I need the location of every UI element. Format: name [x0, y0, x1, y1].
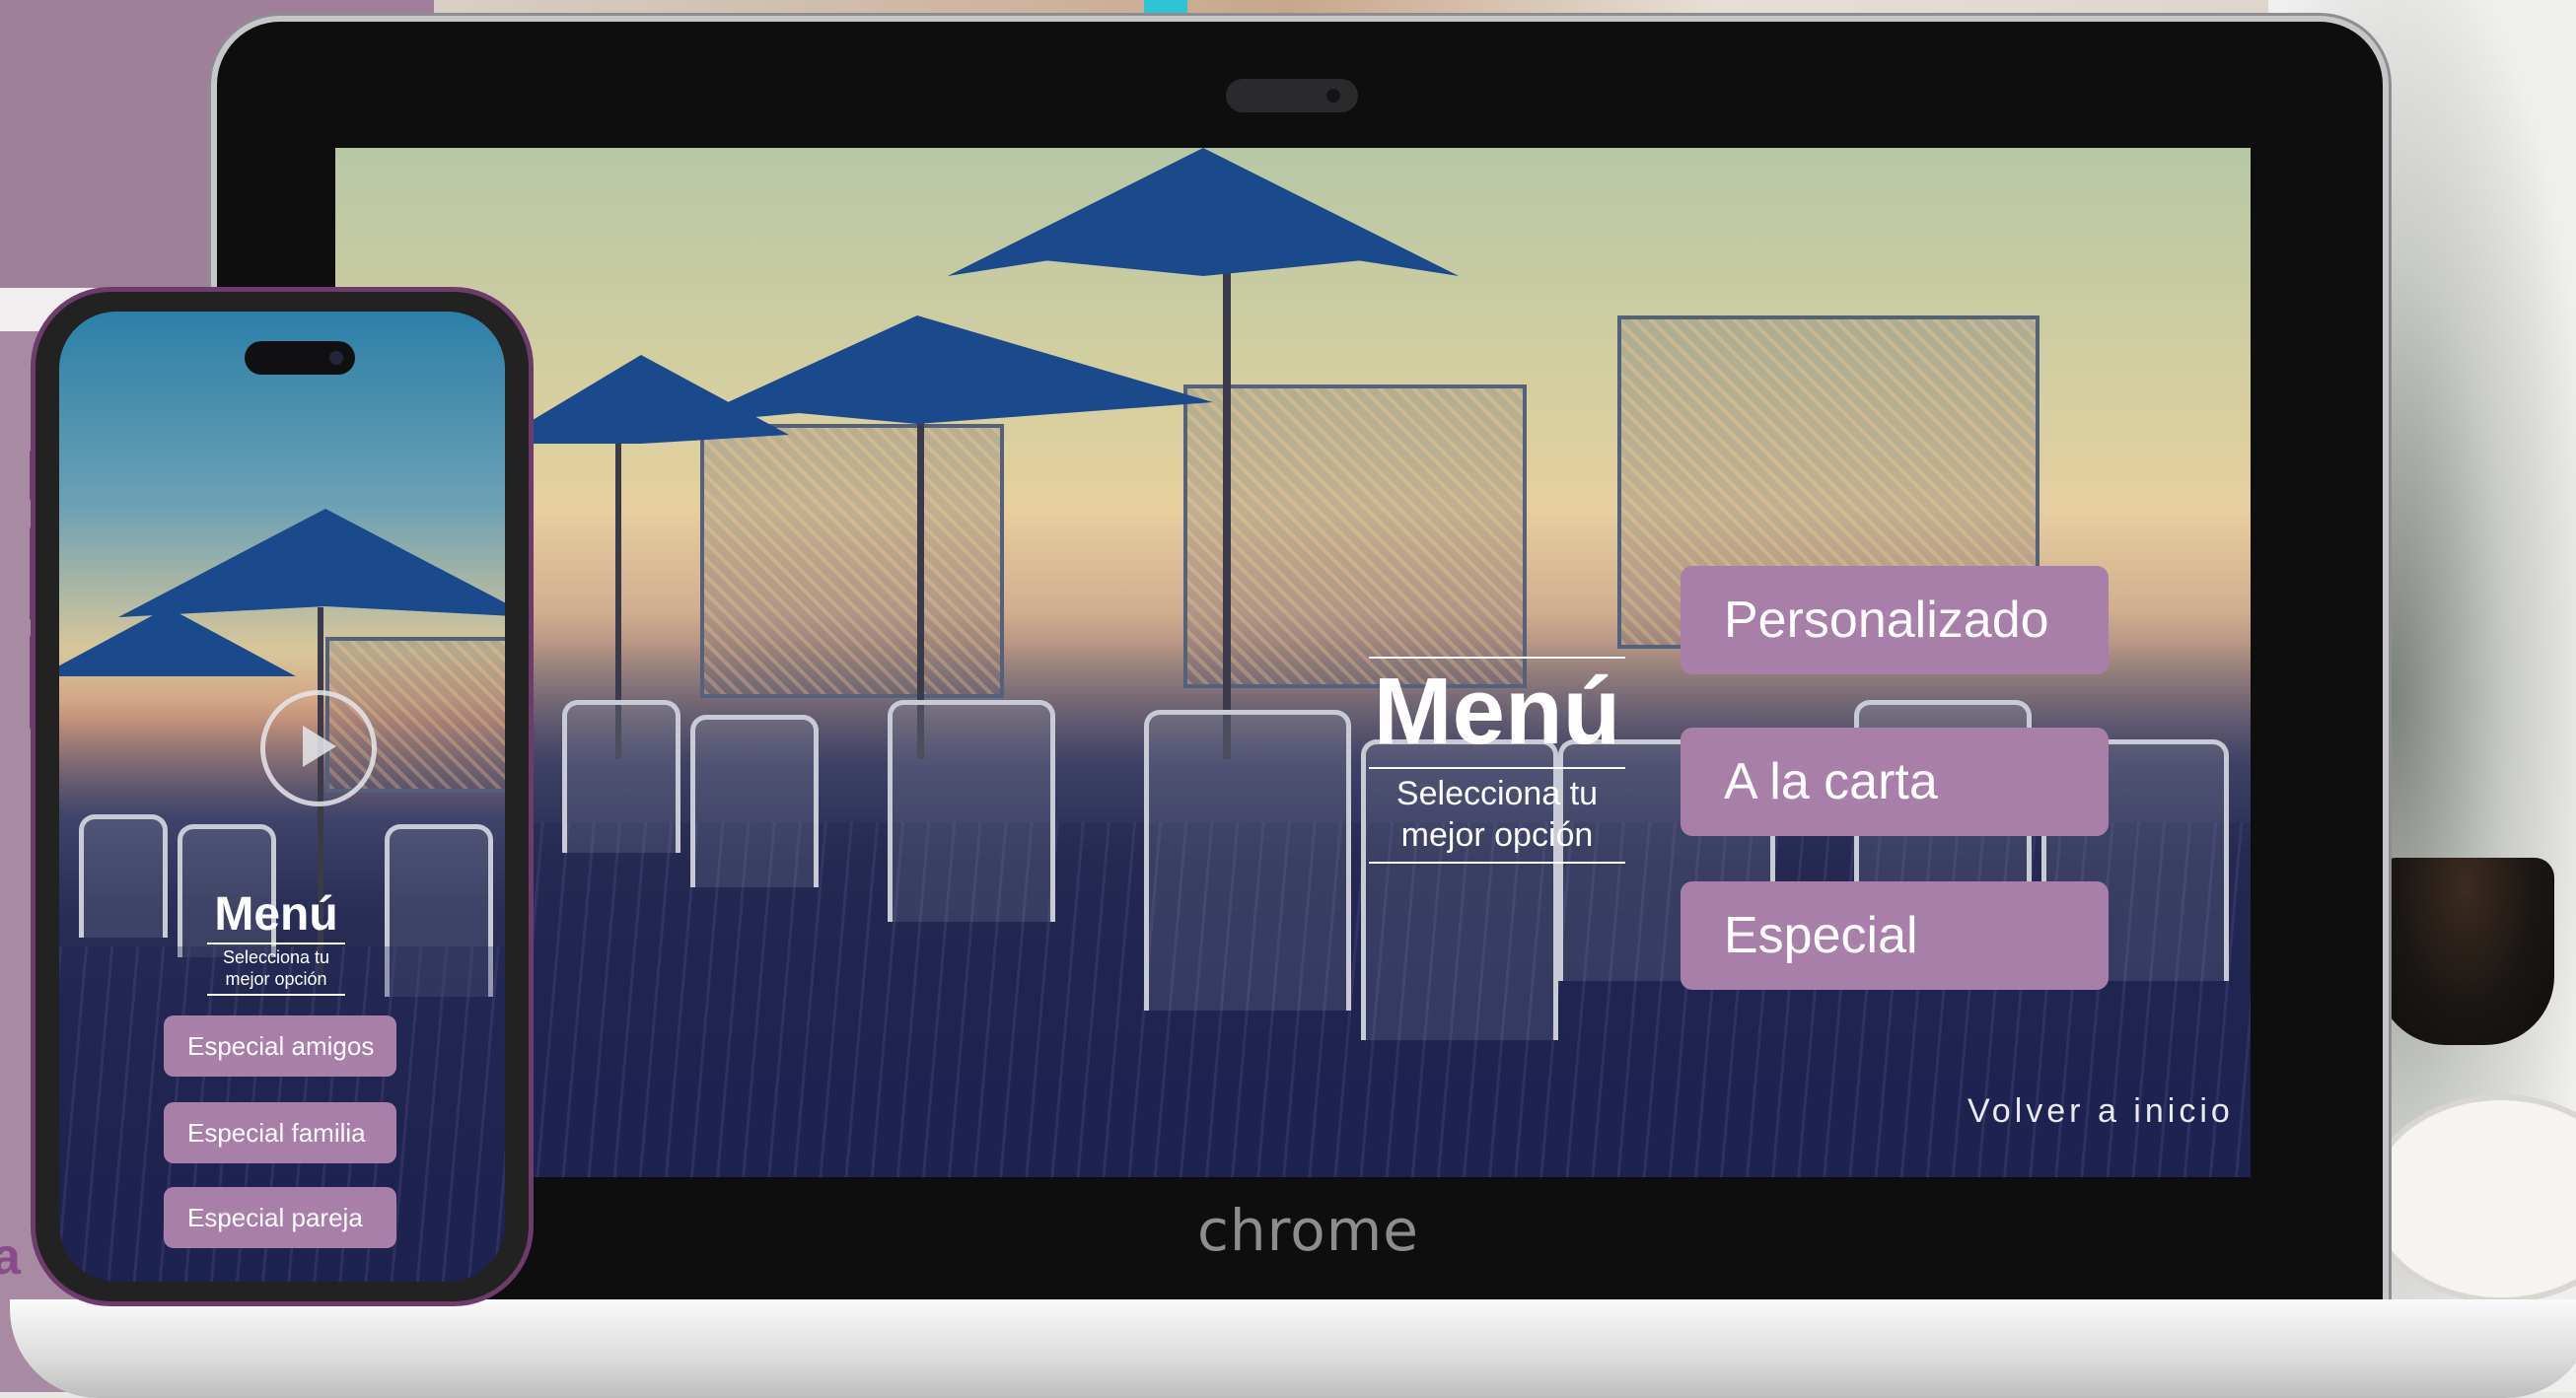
chair-decoration	[1144, 710, 1351, 1011]
phone-frame: Menú Selecciona tu mejor opción Especial…	[36, 292, 529, 1301]
laptop-screen: Menú Selecciona tu mejor opción Personal…	[335, 148, 2251, 1177]
menu-heading-block: Menú Selecciona tu mejor opción	[1369, 657, 1625, 864]
menu-subtitle-line2: mejor opción	[1400, 816, 1594, 854]
phone-menu-subtitle-line1: Selecciona tu	[222, 947, 330, 967]
chair-decoration	[888, 700, 1055, 922]
chair-decoration	[79, 814, 168, 938]
coffee-cup-image	[2377, 858, 2554, 1045]
option-especial-pareja-button[interactable]: Especial pareja	[164, 1187, 396, 1248]
accent-bar	[1144, 0, 1187, 20]
menu-title: Menú	[1373, 659, 1621, 764]
phone-notch	[245, 341, 355, 375]
phone-menu-heading-block: Menú Selecciona tu mejor opción	[207, 891, 345, 996]
umbrella-pole	[1223, 227, 1231, 759]
divider	[1369, 862, 1625, 864]
chrome-brand-label: chrome	[1197, 1197, 1419, 1264]
back-to-home-link[interactable]: Volver a inicio	[1968, 1092, 2234, 1131]
option-personalizado-button[interactable]: Personalizado	[1681, 566, 2109, 674]
phone-menu-title: Menú	[214, 888, 338, 941]
phone-menu-subtitle: Selecciona tu mejor opción	[207, 944, 345, 994]
play-button[interactable]	[260, 690, 377, 806]
webcam-icon	[1226, 79, 1358, 112]
play-icon	[299, 724, 338, 774]
umbrella-shape	[118, 509, 505, 617]
option-a-la-carta-button[interactable]: A la carta	[1681, 728, 2109, 836]
umbrella-shape	[680, 315, 1213, 424]
phone-menu-subtitle-line2: mejor opción	[225, 969, 327, 989]
umbrella-shape	[947, 148, 1460, 276]
chair-decoration	[690, 715, 819, 887]
trellis-decoration	[1183, 384, 1527, 688]
trellis-decoration	[700, 424, 1004, 698]
phone-screen: Menú Selecciona tu mejor opción Especial…	[59, 312, 505, 1282]
umbrella-shape	[59, 607, 296, 676]
menu-subtitle-line1: Selecciona tu	[1395, 775, 1599, 812]
menu-subtitle: Selecciona tu mejor opción	[1369, 769, 1625, 862]
divider	[207, 994, 345, 996]
chair-decoration	[562, 700, 680, 853]
option-especial-button[interactable]: Especial	[1681, 881, 2109, 990]
laptop-base	[10, 1299, 2576, 1398]
cropped-letter: a	[0, 1228, 21, 1286]
option-especial-familia-button[interactable]: Especial familia	[164, 1102, 396, 1163]
option-especial-amigos-button[interactable]: Especial amigos	[164, 1015, 396, 1077]
